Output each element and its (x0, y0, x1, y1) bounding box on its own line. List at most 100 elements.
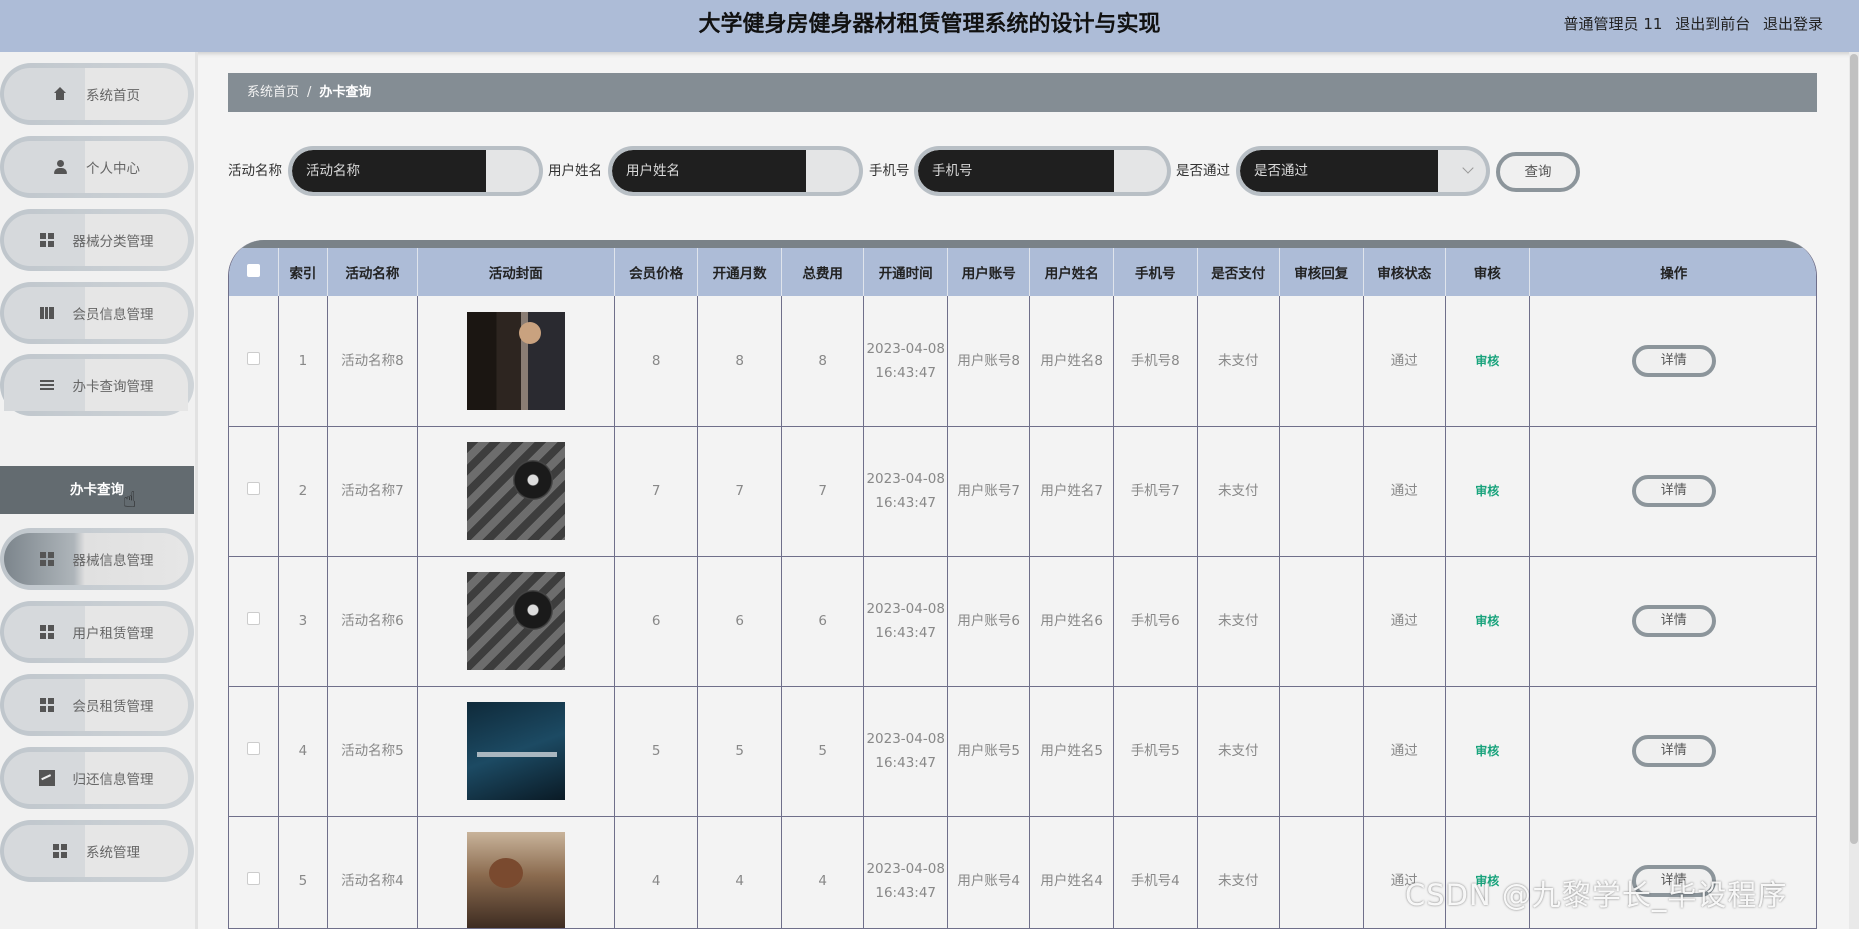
cell-months: 8 (697, 296, 782, 427)
row-select-cell[interactable] (229, 686, 279, 817)
review-link[interactable]: 审核 (1475, 354, 1499, 368)
review-link[interactable]: 审核 (1475, 484, 1499, 498)
cell-phone: 手机号4 (1113, 816, 1198, 928)
sidebar-item-equipment-category[interactable]: 器械分类管理 (0, 209, 194, 271)
activity-cover-image[interactable] (466, 832, 565, 928)
cell-phone: 手机号5 (1113, 686, 1198, 817)
cell-actions: 详情 (1529, 686, 1816, 817)
cell-user-account: 用户账号6 (947, 556, 1031, 687)
select-all-cell[interactable] (229, 248, 279, 296)
cell-open-time: 2023-04-08 16:43:47 (863, 426, 948, 557)
cell-username: 用户姓名5 (1029, 686, 1114, 817)
row-checkbox[interactable] (246, 482, 260, 495)
row-select-cell[interactable] (229, 296, 279, 427)
cell-activity-cover (417, 686, 615, 817)
cell-review: 审核 (1445, 426, 1530, 557)
row-checkbox[interactable] (246, 612, 260, 625)
phone-input[interactable] (918, 150, 1114, 192)
hand-cursor-icon: ☝ (123, 488, 137, 513)
passed-select[interactable] (1236, 146, 1490, 196)
cell-activity-cover (417, 426, 615, 557)
cell-activity-name: 活动名称5 (327, 686, 418, 817)
activity-name-field (288, 146, 543, 196)
detail-button[interactable]: 详情 (1631, 735, 1716, 767)
breadcrumb-current: 办卡查询 (319, 85, 372, 100)
activity-cover-image[interactable] (466, 311, 565, 410)
cell-member-price: 6 (614, 556, 699, 687)
cell-user-account: 用户账号4 (947, 816, 1031, 928)
review-link[interactable]: 审核 (1475, 614, 1499, 628)
cell-member-price: 5 (614, 686, 699, 817)
cell-months: 7 (697, 426, 782, 557)
cell-open-time: 2023-04-08 16:43:47 (863, 686, 948, 817)
user-icon (52, 159, 68, 175)
cell-activity-name: 活动名称6 (327, 556, 418, 687)
row-select-cell[interactable] (229, 816, 279, 928)
sidebar-item-label: 会员租赁管理 (72, 699, 154, 715)
cell-total-fee: 7 (781, 426, 865, 557)
top-header: 大学健身房健身器材租赁管理系统的设计与实现 普通管理员 11 退出到前台 退出登… (0, 0, 1859, 52)
sidebar-item-label: 系统管理 (86, 845, 140, 861)
cell-paid: 未支付 (1197, 426, 1281, 557)
sidebar-item-home[interactable]: 系统首页 (0, 63, 194, 125)
detail-button[interactable]: 详情 (1631, 475, 1716, 507)
activity-cover-image[interactable] (466, 702, 565, 800)
page-scrollbar-thumb[interactable] (1850, 54, 1858, 844)
username-field (608, 146, 863, 196)
cell-actions: 详情 (1529, 296, 1816, 427)
activity-cover-image[interactable] (466, 572, 565, 670)
username-input[interactable] (612, 150, 806, 192)
row-checkbox[interactable] (246, 872, 260, 885)
breadcrumb-home[interactable]: 系统首页 (247, 85, 299, 100)
submenu-item-card-query[interactable]: 办卡查询 (0, 466, 194, 514)
sidebar-item-member-info[interactable]: 会员信息管理 (0, 282, 194, 344)
row-select-cell[interactable] (229, 556, 279, 687)
sidebar-item-member-rental[interactable]: 会员租赁管理 (0, 674, 194, 736)
sidebar-item-card-query[interactable]: 办卡查询管理 (0, 354, 194, 416)
header-user-account: 用户账号 (947, 248, 1031, 296)
grid-icon (38, 232, 55, 248)
row-checkbox[interactable] (246, 351, 260, 365)
cell-review-reply (1279, 816, 1364, 928)
cell-index: 1 (278, 296, 329, 427)
cell-paid: 未支付 (1197, 296, 1281, 427)
row-checkbox[interactable] (246, 742, 260, 755)
cell-total-fee: 6 (781, 556, 865, 687)
cell-activity-name: 活动名称7 (327, 426, 418, 557)
sidebar-item-user-rental[interactable]: 用户租赁管理 (0, 601, 194, 663)
table-row: 3 活动名称6 6 6 6 2023-04-08 16:43:47 用户账号6 … (229, 556, 1816, 687)
cell-member-price: 4 (614, 816, 699, 928)
sidebar-item-label: 办卡查询管理 (72, 379, 154, 395)
sidebar-item-equipment-info[interactable]: 器械信息管理 (0, 528, 194, 590)
cell-review-status: 通过 (1363, 686, 1447, 817)
list-icon (38, 377, 55, 393)
cell-activity-cover (417, 816, 615, 928)
sidebar-item-label: 器械信息管理 (72, 553, 154, 569)
exit-to-front-link[interactable]: 退出到前台 (1675, 15, 1750, 33)
sidebar-item-system[interactable]: 系统管理 (0, 820, 194, 882)
passed-select-input[interactable] (1240, 150, 1438, 192)
header-actions: 操作 (1529, 248, 1816, 296)
cell-index: 3 (278, 556, 329, 687)
sidebar-item-return-info[interactable]: 归还信息管理 (0, 747, 194, 809)
passed-label: 是否通过 (1176, 163, 1230, 179)
sidebar-item-profile[interactable]: 个人中心 (0, 136, 194, 198)
detail-button[interactable]: 详情 (1631, 605, 1716, 637)
cell-months: 5 (697, 686, 782, 817)
cell-paid: 未支付 (1197, 686, 1281, 817)
select-all-checkbox[interactable] (246, 263, 260, 277)
logout-link[interactable]: 退出登录 (1763, 15, 1823, 33)
cell-actions: 详情 (1529, 556, 1816, 687)
cell-activity-cover (417, 296, 615, 427)
cell-open-time: 2023-04-08 16:43:47 (863, 556, 948, 687)
header-review-status: 审核状态 (1363, 248, 1447, 296)
cell-user-account: 用户账号7 (947, 426, 1031, 557)
review-link[interactable]: 审核 (1475, 744, 1499, 758)
detail-button[interactable]: 详情 (1631, 344, 1716, 377)
query-button[interactable]: 查询 (1496, 152, 1580, 192)
row-select-cell[interactable] (229, 426, 279, 557)
chevron-down-icon (1462, 162, 1474, 174)
activity-cover-image[interactable] (466, 442, 565, 540)
activity-name-input[interactable] (292, 150, 486, 192)
sidebar-item-label: 系统首页 (86, 88, 140, 104)
